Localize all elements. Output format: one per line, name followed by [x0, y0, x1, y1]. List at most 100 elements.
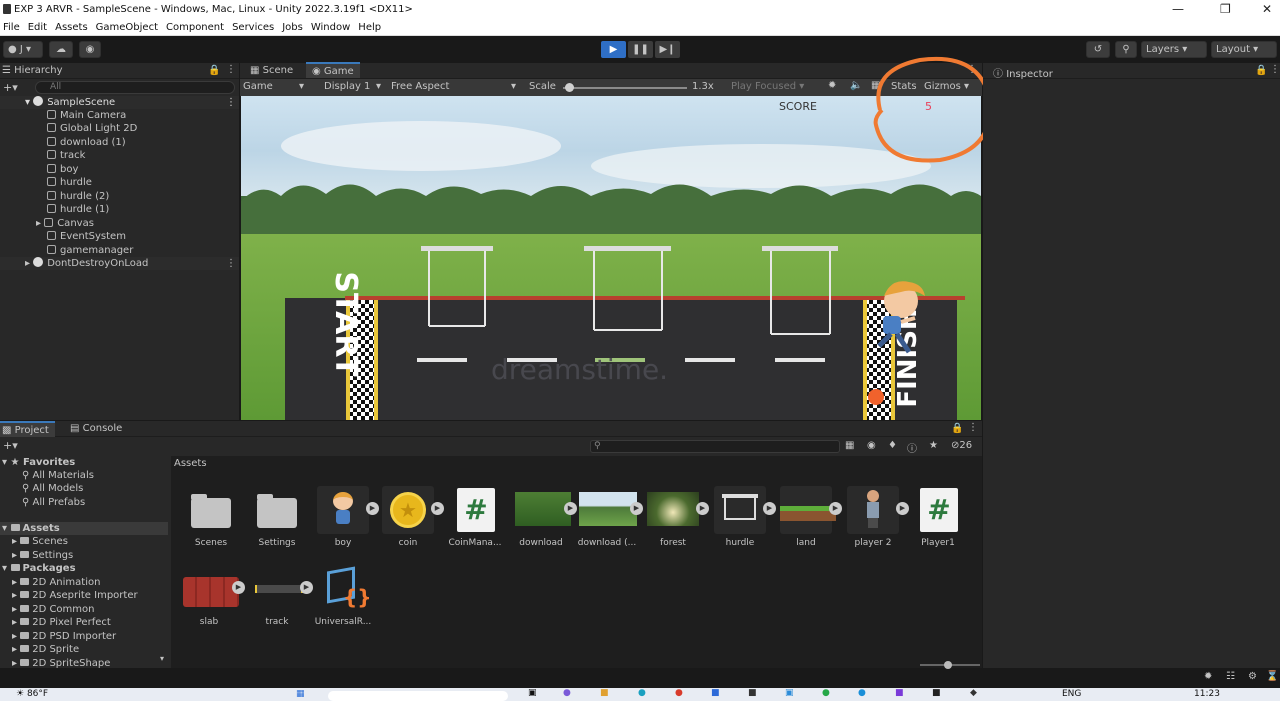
scale-slider[interactable] — [563, 87, 687, 89]
package-item[interactable]: ▸ 2D Aseprite Importer — [0, 589, 168, 602]
favorite-item[interactable]: ⚲ All Models — [0, 482, 168, 495]
hierarchy-item[interactable]: hurdle — [0, 176, 239, 189]
taskbar-app-icon[interactable]: ▣ — [785, 688, 794, 698]
account-button[interactable]: ● J ▾ — [3, 41, 43, 58]
tab-hierarchy[interactable]: ☰ Hierarchy — [0, 63, 69, 79]
tab-inspector[interactable]: ⓘ Inspector — [987, 63, 1059, 80]
minimize-button[interactable]: — — [1172, 2, 1184, 16]
asset-item[interactable]: ▶ hurdle — [707, 486, 776, 548]
taskbar-app-icon[interactable]: ■ — [711, 688, 720, 698]
display-dropdown[interactable]: Display 1 ▾ — [324, 81, 381, 92]
step-button[interactable]: ▶❙ — [655, 41, 680, 58]
pause-button[interactable]: ❚❚ — [628, 41, 653, 58]
taskbar-app-icon[interactable]: ■ — [600, 688, 609, 698]
maximize-button[interactable]: ❐ — [1220, 2, 1231, 16]
play-focused-dropdown[interactable]: Play Focused ▾ — [731, 81, 804, 92]
hierarchy-item[interactable]: download (1) — [0, 136, 239, 149]
package-item[interactable]: ▸ 2D SpriteShape — [0, 657, 168, 668]
project-search-input[interactable]: ⚲ — [590, 440, 840, 453]
progress-icon[interactable]: ⚙ — [1248, 671, 1257, 682]
kebab-icon[interactable]: ⋮ — [968, 422, 978, 433]
asset-item[interactable]: ▶ slab — [176, 565, 245, 627]
asset-item[interactable]: ▶ track — [244, 565, 313, 627]
taskbar-app-icon[interactable]: ▣ — [528, 688, 537, 698]
taskbar-app-icon[interactable]: ● — [638, 688, 646, 698]
hierarchy-item[interactable]: gamemanager — [0, 244, 239, 257]
hierarchy-item[interactable]: ▸ Canvas — [0, 217, 239, 230]
package-item[interactable]: ▸ 2D Sprite — [0, 643, 168, 656]
scene-row[interactable]: ▾ SampleScene ⋮ — [0, 96, 239, 109]
filter-type-icon[interactable]: ◉ — [867, 440, 876, 451]
kebab-icon[interactable]: ⋮ — [1270, 64, 1280, 75]
package-item[interactable]: ▸ 2D Animation — [0, 576, 168, 589]
menu-services[interactable]: Services — [229, 20, 279, 33]
package-item[interactable]: ▸ 2D Pixel Perfect — [0, 616, 168, 629]
weather-widget[interactable]: ☀ 86°F — [16, 689, 48, 699]
menu-help[interactable]: Help — [355, 20, 386, 33]
tab-scene[interactable]: ▦ Scene — [244, 63, 299, 79]
kebab-icon[interactable]: ⋮ — [226, 64, 236, 75]
favorite-item[interactable]: ⚲ All Prefabs — [0, 496, 168, 509]
lock-icon[interactable]: 🔒 — [951, 423, 963, 434]
search-icon[interactable]: ⚲ — [1115, 41, 1137, 58]
row-kebab-icon[interactable]: ⋮ — [226, 257, 236, 270]
menu-component[interactable]: Component — [163, 20, 229, 33]
asset-item[interactable]: ▶ download (... — [574, 486, 643, 548]
packages-row[interactable]: ▾ Packages — [0, 562, 168, 575]
history-icon[interactable]: ↺ — [1086, 41, 1110, 58]
close-button[interactable]: ✕ — [1262, 2, 1272, 16]
taskbar-app-icon[interactable]: ■ — [932, 688, 941, 698]
favorite-item[interactable]: ⚲ All Materials — [0, 469, 168, 482]
lock-icon[interactable]: 🔒 — [1255, 65, 1267, 76]
info-icon[interactable]: ⓘ — [907, 440, 917, 455]
hierarchy-item[interactable]: Main Camera — [0, 109, 239, 122]
unity-taskbar-icon[interactable]: ◆ — [970, 688, 977, 698]
layout-dropdown[interactable]: Layout ▾ — [1211, 41, 1277, 58]
bug-icon[interactable]: ✹ — [828, 80, 836, 91]
label-icon[interactable]: ♦ — [888, 440, 897, 451]
asset-item[interactable]: # CoinMana... — [442, 486, 508, 548]
asset-item[interactable]: ▶ player 2 — [840, 486, 909, 548]
asset-item[interactable]: Scenes — [178, 486, 244, 548]
taskbar-app-icon[interactable]: ● — [563, 688, 571, 698]
hierarchy-item[interactable]: track — [0, 149, 239, 162]
menu-edit[interactable]: Edit — [25, 20, 52, 33]
game-mode-dropdown[interactable]: Game ▾ — [243, 81, 304, 92]
asset-item[interactable]: ▶ download — [508, 486, 577, 548]
collab-icon[interactable]: ◉ — [79, 41, 101, 58]
hierarchy-search-input[interactable]: All — [35, 81, 235, 94]
hierarchy-item[interactable]: Global Light 2D — [0, 122, 239, 135]
asset-item[interactable]: {} UniversalR... — [310, 565, 376, 627]
start-icon[interactable]: ▦ — [296, 689, 305, 699]
cloud-icon[interactable]: ☁ — [49, 41, 73, 58]
taskbar-app-icon[interactable]: ● — [822, 688, 830, 698]
favorites-row[interactable]: ▾ ★ Favorites — [0, 456, 168, 469]
tab-game[interactable]: ◉ Game — [306, 62, 360, 78]
dontdestroy-row[interactable]: ▸ DontDestroyOnLoad ⋮ — [0, 257, 239, 270]
aspect-dropdown[interactable]: Free Aspect ▾ — [391, 81, 516, 92]
menu-assets[interactable]: Assets — [52, 20, 93, 33]
hierarchy-item[interactable]: hurdle (2) — [0, 190, 239, 203]
hierarchy-item[interactable]: hurdle (1) — [0, 203, 239, 216]
layers-dropdown[interactable]: Layers ▾ — [1141, 41, 1207, 58]
menu-gameobject[interactable]: GameObject — [93, 20, 163, 33]
asset-item[interactable]: ▶ forest — [640, 486, 709, 548]
package-item[interactable]: ▸ 2D PSD Importer — [0, 630, 168, 643]
scroll-down-icon[interactable]: ▾ — [160, 654, 164, 663]
clock[interactable]: 11:23 — [1194, 689, 1220, 699]
taskbar-app-icon[interactable]: ● — [858, 688, 866, 698]
hourglass-icon[interactable]: ⌛ — [1266, 671, 1278, 682]
asset-item[interactable]: ▶ boy — [310, 486, 379, 548]
folder-item[interactable]: ▸ Scenes — [0, 535, 168, 548]
asset-item[interactable]: ★ ▶ coin — [375, 486, 444, 548]
thumbnail-size-handle[interactable] — [944, 661, 952, 669]
taskbar-app-icon[interactable]: ■ — [748, 688, 757, 698]
language-indicator[interactable]: ENG — [1062, 689, 1081, 699]
hierarchy-item[interactable]: boy — [0, 163, 239, 176]
hierarchy-item[interactable]: EventSystem — [0, 230, 239, 243]
search-scope-icon[interactable]: ▦ — [845, 440, 854, 451]
bug-report-icon[interactable]: ✹ — [1204, 671, 1212, 682]
menu-file[interactable]: File — [0, 20, 25, 33]
taskbar-app-icon[interactable]: ● — [675, 688, 683, 698]
add-object-button[interactable]: +▾ — [3, 81, 18, 94]
